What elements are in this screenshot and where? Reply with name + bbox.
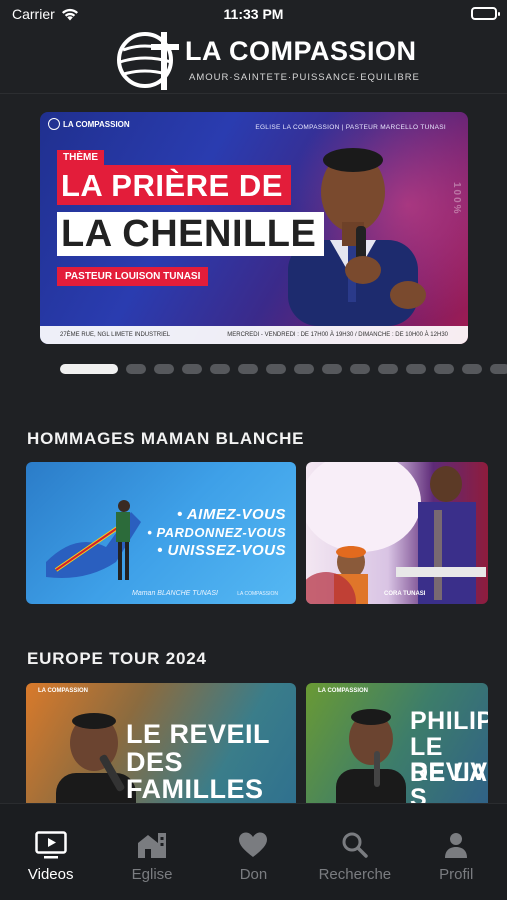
card-line-aimez: • AIMEZ-VOUS xyxy=(176,506,286,523)
app-header: LA COMPASSION AMOUR·SAINTETE·PUISSANCE·E… xyxy=(0,28,507,94)
banner-title-line2: LA CHENILLE xyxy=(57,212,325,256)
globe-icon xyxy=(48,118,60,130)
status-bar: Carrier 11:33 PM xyxy=(0,0,507,28)
tribute-photo xyxy=(306,462,486,604)
section-title-hommages: HOMMAGES MAMAN BLANCHE xyxy=(27,429,305,448)
search-icon xyxy=(338,830,372,860)
person-icon xyxy=(439,830,473,860)
pager-dot[interactable] xyxy=(238,364,258,374)
card-header-logo: LA COMPASSION xyxy=(318,688,369,694)
battery-icon xyxy=(471,7,500,20)
card-line-pardonnez: • PARDONNEZ-VOUS xyxy=(147,525,286,540)
hero-banner[interactable]: LA COMPASSION EGLISE LA COMPASSION | PAS… xyxy=(40,112,468,344)
heart-icon xyxy=(236,830,270,860)
church-icon xyxy=(135,830,169,860)
tab-label: Don xyxy=(239,866,268,883)
flag-dancer-image xyxy=(46,500,141,580)
tab-label: Recherche xyxy=(318,866,392,883)
pager-dot[interactable] xyxy=(434,364,454,374)
banner-title-line1: LA PRIÈRE DE xyxy=(57,165,291,206)
pager-dot[interactable] xyxy=(182,364,202,374)
card-line-philipp: PHILIPP xyxy=(410,707,488,735)
tab-label: Videos xyxy=(27,866,74,883)
tab-bar: Videos Eglise Don Recherche Profil xyxy=(0,803,507,900)
tab-eglise[interactable]: Eglise xyxy=(101,804,202,900)
card-signature: Maman BLANCHE TUNASI xyxy=(132,590,218,597)
pager-dot[interactable] xyxy=(210,364,230,374)
banner-logo-text: LA COMPASSION xyxy=(63,119,130,129)
pager-dot[interactable] xyxy=(490,364,507,374)
carrier-label: Carrier xyxy=(12,6,55,22)
section-title-europe: EUROPE TOUR 2024 xyxy=(27,649,207,668)
app-logo: LA COMPASSION AMOUR·SAINTETE·PUISSANCE·E… xyxy=(115,28,419,90)
video-card-aimez-vous[interactable]: • AIMEZ-VOUS • PARDONNEZ-VOUS • UNISSEZ-… xyxy=(26,462,296,604)
carrier-info: Carrier xyxy=(12,6,79,22)
brand-name: LA COMPASSION xyxy=(185,36,417,66)
brand-tagline: AMOUR·SAINTETE·PUISSANCE·EQUILIBRE xyxy=(189,72,420,83)
globe-cross-logo-icon xyxy=(117,32,179,90)
tab-videos[interactable]: Videos xyxy=(0,804,101,900)
tab-label: Eglise xyxy=(131,866,173,883)
pager-dot[interactable] xyxy=(154,364,174,374)
banner-schedule: MERCREDI - VENDREDI : DE 17H00 À 19H30 /… xyxy=(227,332,448,338)
play-video-icon xyxy=(34,830,68,860)
pager-dot[interactable] xyxy=(294,364,314,374)
pager-dot[interactable] xyxy=(126,364,146,374)
card-line-reveil: LE REVEIL xyxy=(126,719,271,749)
card-logo: LA COMPASSION xyxy=(237,591,278,597)
pager-dot[interactable] xyxy=(322,364,342,374)
banner-address: 27ÈME RUE, NGL LIMETE INDUSTRIEL xyxy=(60,332,171,338)
pager-dot[interactable] xyxy=(406,364,426,374)
tab-profil[interactable]: Profil xyxy=(406,804,507,900)
wifi-icon xyxy=(61,8,78,20)
tab-label: Profil xyxy=(439,866,474,883)
card-header-logo: LA COMPASSION xyxy=(38,688,89,694)
pager-dot[interactable] xyxy=(462,364,482,374)
pager-dot[interactable] xyxy=(378,364,398,374)
banner-side-text: 100% xyxy=(451,182,462,216)
video-card-cora-tunasi[interactable]: CORA TUNASI xyxy=(306,462,488,604)
banner-footer: 27ÈME RUE, NGL LIMETE INDUSTRIEL MERCRED… xyxy=(40,326,468,344)
banner-logo: LA COMPASSION xyxy=(48,118,130,130)
card-name: CORA TUNASI xyxy=(384,591,426,598)
card-line-unissez: • UNISSEZ-VOUS xyxy=(157,542,286,559)
carousel-pager[interactable] xyxy=(60,364,507,374)
tab-recherche[interactable]: Recherche xyxy=(304,804,405,900)
pager-dot-active[interactable] xyxy=(60,364,118,374)
tab-don[interactable]: Don xyxy=(203,804,304,900)
pager-dot[interactable] xyxy=(266,364,286,374)
card-line-familles: DES FAMILLES xyxy=(126,747,264,804)
banner-pastor: PASTEUR LOUISON TUNASI xyxy=(57,267,209,286)
pager-dot[interactable] xyxy=(350,364,370,374)
banner-theme-label: THÈME xyxy=(57,150,104,165)
